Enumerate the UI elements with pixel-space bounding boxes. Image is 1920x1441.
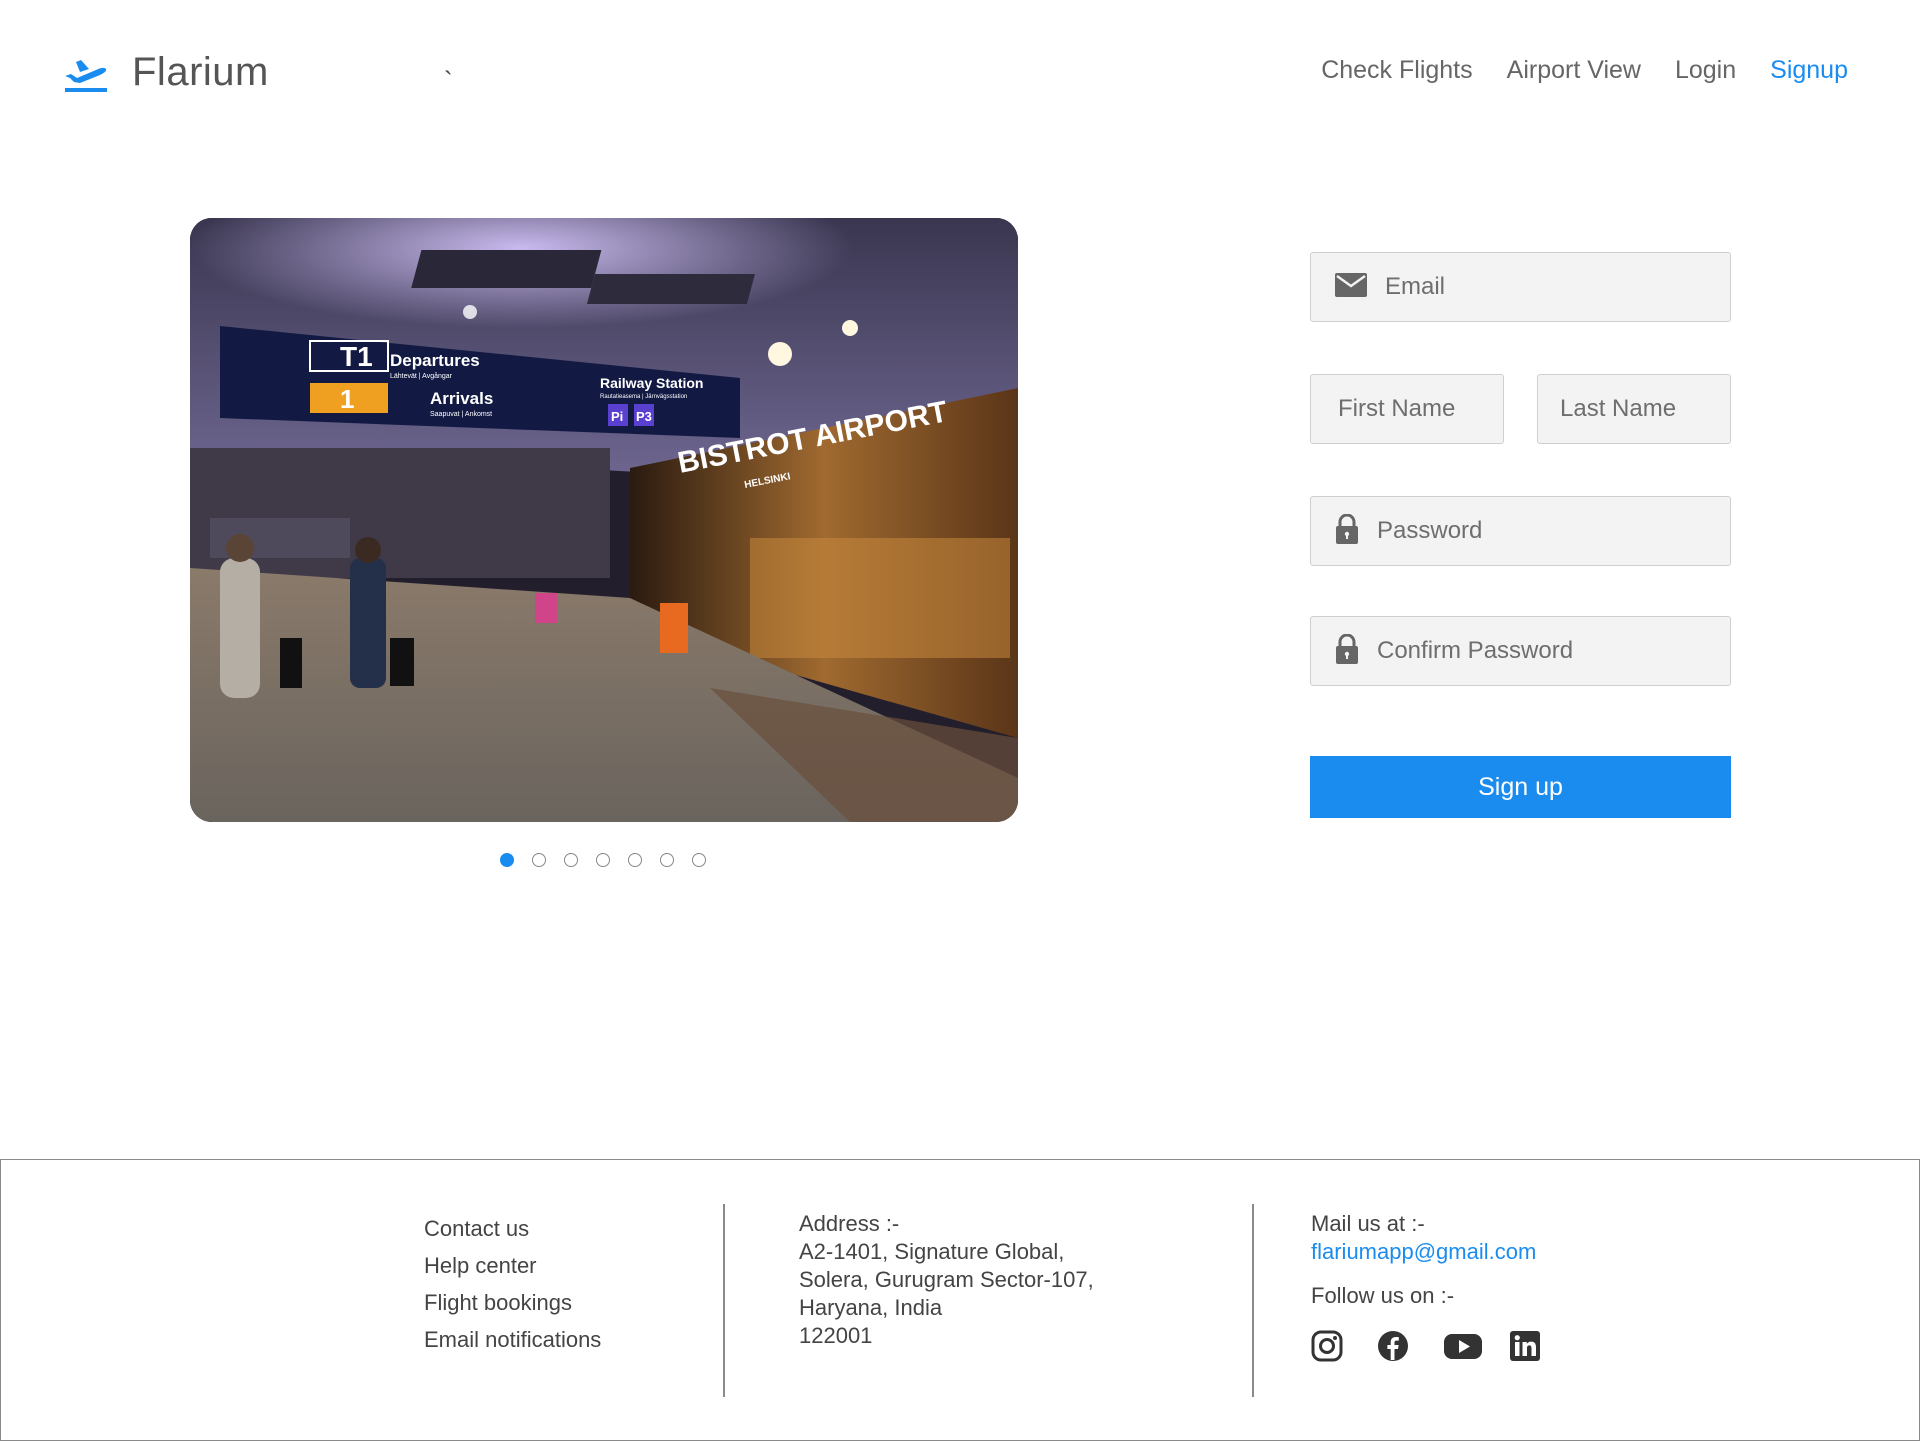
hero-carousel-image: Departures Lähtevät | Avgångar Arrivals … — [190, 218, 1018, 822]
footer-links: Contact us Help center Flight bookings E… — [424, 1210, 601, 1358]
sign-arrivals: Arrivals — [430, 389, 493, 408]
youtube-icon[interactable] — [1443, 1330, 1482, 1362]
carousel-dot-5[interactable] — [628, 853, 642, 867]
password-placeholder: Password — [1377, 517, 1483, 544]
footer-link-email-notifications[interactable]: Email notifications — [424, 1321, 601, 1358]
carousel-dots — [500, 853, 706, 867]
airplane-takeoff-icon — [62, 48, 110, 96]
sign-p1: Pi — [611, 409, 623, 424]
address-line: A2-1401, Signature Global, — [799, 1239, 1065, 1264]
facebook-icon[interactable] — [1377, 1330, 1409, 1362]
social-icons — [1311, 1330, 1541, 1362]
address-title: Address :- — [799, 1211, 900, 1236]
nav-login[interactable]: Login — [1675, 56, 1736, 85]
linkedin-icon[interactable] — [1509, 1330, 1541, 1362]
brand-logo[interactable]: Flarium — [62, 48, 269, 96]
email-field[interactable]: Email — [1310, 252, 1731, 322]
email-placeholder: Email — [1385, 273, 1446, 300]
nav-signup[interactable]: Signup — [1770, 56, 1848, 85]
stray-mark: ` — [444, 66, 453, 96]
password-field[interactable]: Password — [1310, 496, 1731, 566]
carousel-dot-6[interactable] — [660, 853, 674, 867]
mail-link[interactable]: flariumapp@gmail.com — [1311, 1238, 1541, 1266]
footer-contact: Mail us at :- flariumapp@gmail.com Follo… — [1311, 1210, 1541, 1362]
sign-railway: Railway Station — [600, 375, 703, 391]
nav-airport-view[interactable]: Airport View — [1507, 56, 1641, 85]
sign-p3: P3 — [636, 409, 652, 424]
brand-name: Flarium — [132, 49, 269, 94]
sign-arrivals-sub: Saapuvat | Ankomst — [430, 411, 492, 418]
sign-railway-sub: Rautatieasema | Järnvägsstation — [600, 394, 687, 400]
footer: Contact us Help center Flight bookings E… — [0, 1159, 1920, 1441]
mail-title: Mail us at :- — [1311, 1211, 1425, 1236]
footer-divider — [1252, 1204, 1254, 1397]
first-name-field[interactable]: First Name — [1310, 374, 1504, 444]
carousel-dot-4[interactable] — [596, 853, 610, 867]
address-line: Solera, Gurugram Sector-107, — [799, 1267, 1094, 1292]
lock-icon — [1335, 513, 1359, 549]
last-name-field[interactable]: Last Name — [1537, 374, 1731, 444]
footer-link-help-center[interactable]: Help center — [424, 1247, 601, 1284]
sign-departures-sub: Lähtevät | Avgångar — [390, 372, 453, 380]
footer-divider — [723, 1204, 725, 1397]
footer-link-contact-us[interactable]: Contact us — [424, 1210, 601, 1247]
airport-photo: Departures Lähtevät | Avgångar Arrivals … — [190, 218, 1018, 822]
top-nav: Check Flights Airport View Login Signup — [1321, 56, 1848, 85]
sign-gate: 1 — [340, 384, 354, 414]
address-line: 122001 — [799, 1323, 873, 1348]
carousel-dot-7[interactable] — [692, 853, 706, 867]
first-name-placeholder: First Name — [1338, 395, 1456, 422]
confirm-password-field[interactable]: Confirm Password — [1310, 616, 1731, 686]
confirm-password-placeholder: Confirm Password — [1377, 637, 1574, 664]
header: Flarium ` Check Flights Airport View Log… — [0, 0, 1920, 150]
carousel-dot-2[interactable] — [532, 853, 546, 867]
last-name-placeholder: Last Name — [1560, 395, 1677, 422]
carousel-dot-1[interactable] — [500, 853, 514, 867]
lock-icon — [1335, 633, 1359, 669]
follow-title: Follow us on :- — [1311, 1283, 1455, 1308]
signup-button[interactable]: Sign up — [1310, 756, 1731, 818]
address-line: Haryana, India — [799, 1295, 943, 1320]
carousel-dot-3[interactable] — [564, 853, 578, 867]
footer-address: Address :- A2-1401, Signature Global, So… — [799, 1210, 1094, 1350]
footer-link-flight-bookings[interactable]: Flight bookings — [424, 1284, 601, 1321]
sign-departures: Departures — [390, 351, 480, 370]
nav-check-flights[interactable]: Check Flights — [1321, 56, 1472, 85]
envelope-icon — [1335, 272, 1367, 302]
sign-t1: T1 — [340, 341, 373, 372]
instagram-icon[interactable] — [1311, 1330, 1343, 1362]
